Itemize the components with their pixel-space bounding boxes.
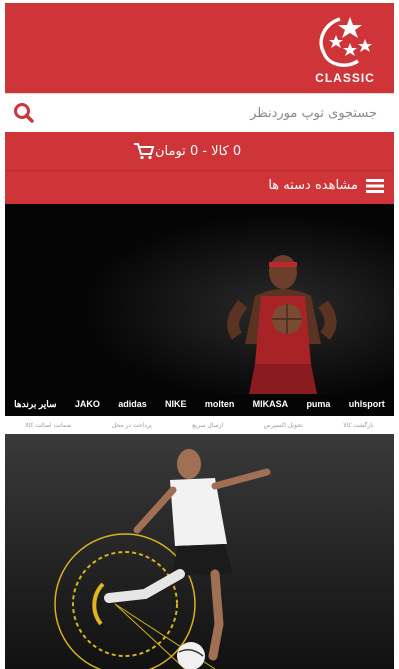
brand-logo: molten [204,399,235,409]
brand-logo: MIKASA [252,399,289,409]
feature-item: پرداخت در محل [111,421,152,429]
site-header: CLASSIC [5,3,394,93]
cart-bar: 0 کالا - 0 تومان [5,132,394,170]
brand-logos-row: سایر برندها JAKO adidas NIKE molten MIKA… [5,394,394,414]
brand-logo: uhlsport [348,399,385,409]
brand-logo: سایر برندها [14,398,57,409]
feature-item: تحویل اکسپرس [263,421,303,429]
search-input[interactable] [53,100,379,126]
categories-bar: مشاهده دسته ها [5,170,394,205]
logo-text: CLASSIC [315,71,375,85]
brand-logo: JAKO [74,399,100,409]
feature-strip: ضمانت اصالت کالا پرداخت در محل ارسال سری… [5,416,394,434]
feature-item: ارسال سریع [192,421,224,429]
hero-banner-basketball[interactable]: سایر برندها JAKO adidas NIKE molten MIKA… [5,204,394,416]
page-frame: CLASSIC 0 کالا - 0 تومان [5,3,394,669]
basketball-player-image [5,204,394,394]
site-logo[interactable]: CLASSIC [310,13,380,89]
menu-icon [366,178,384,193]
search-bar [5,93,394,133]
categories-toggle[interactable]: مشاهده دسته ها [268,178,384,193]
hero-banner-football[interactable] [5,434,394,669]
cart-icon [134,143,155,160]
brand-logo: puma [306,399,331,409]
brand-logo: adidas [118,399,147,409]
search-icon [14,103,34,123]
feature-item: ضمانت اصالت کالا [25,421,72,429]
cart-summary-button[interactable]: 0 کالا - 0 تومان [133,140,249,162]
football-player-image [5,434,394,669]
soccer-ball-stars-logo-icon [319,17,372,67]
categories-label: مشاهده دسته ها [268,178,358,193]
feature-item: بازگشت کالا [343,421,374,429]
cart-summary-text: 0 کالا - 0 تومان [155,143,242,159]
search-button[interactable] [11,100,39,126]
brand-logo: NIKE [165,399,187,409]
